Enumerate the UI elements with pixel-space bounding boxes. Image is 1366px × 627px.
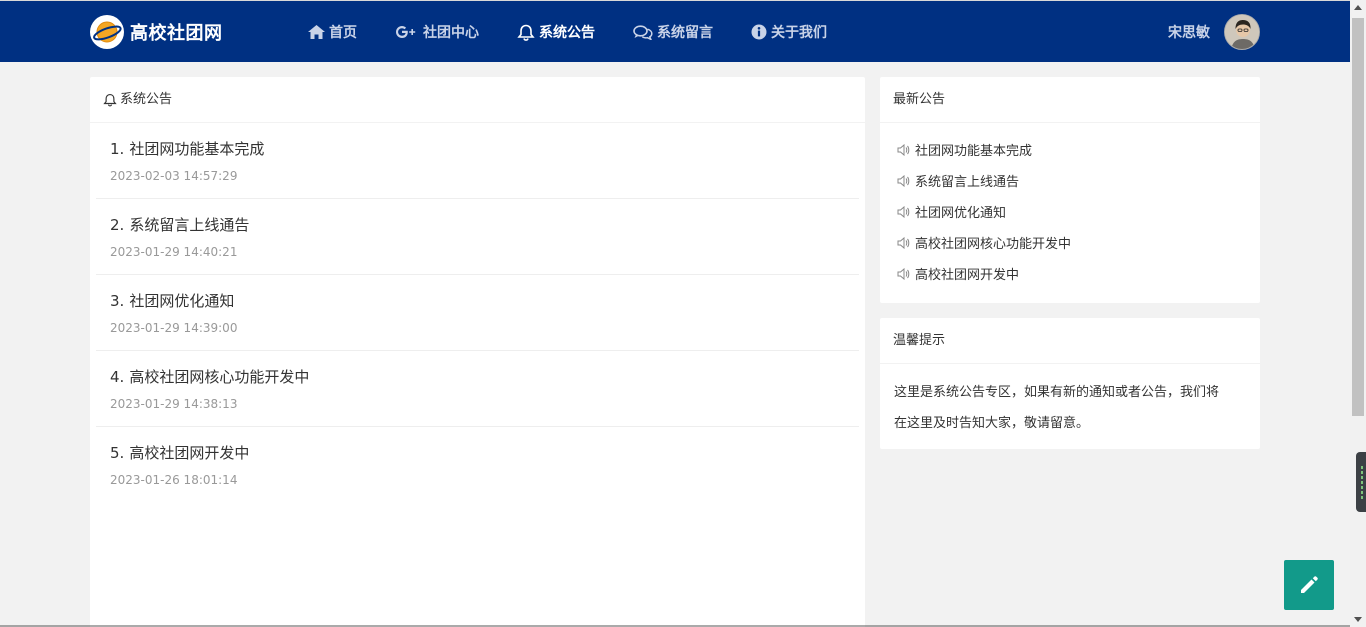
latest-list: 社团网功能基本完成 系统留言上线通告 社团网优化通知 高校社团网核心功能开发中 …	[880, 123, 1260, 289]
bell-icon	[517, 24, 535, 41]
announcements-panel: 系统公告 1. 社团网功能基本完成 2023-02-03 14:57:29 2.…	[90, 77, 865, 627]
speaker-icon	[897, 236, 910, 249]
avatar[interactable]	[1224, 14, 1260, 50]
tips-panel-title: 温馨提示	[893, 332, 946, 348]
scroll-up-arrow-icon[interactable]	[1354, 5, 1362, 10]
bell-icon	[103, 93, 117, 106]
page-scrollbar[interactable]	[1350, 0, 1366, 627]
speaker-icon	[897, 143, 910, 156]
info-icon	[751, 24, 767, 40]
notice-title: 社团网功能基本完成	[129, 140, 265, 158]
write-message-button[interactable]	[1284, 560, 1334, 610]
speaker-icon	[897, 267, 910, 280]
announcements-panel-title: 系统公告	[120, 91, 173, 107]
nav-about[interactable]: 关于我们	[751, 1, 827, 63]
notice-title-link[interactable]: 2. 系统留言上线通告	[110, 215, 859, 235]
nav-club-center[interactable]: 社团中心	[395, 1, 479, 63]
latest-announcements-panel: 最新公告 社团网功能基本完成 系统留言上线通告 社团网优化通知 高校社团网核心功…	[880, 77, 1260, 303]
site-name: 高校社团网	[130, 23, 223, 44]
nav-messages-label: 系统留言	[657, 25, 713, 41]
notice-title: 社团网优化通知	[129, 292, 235, 310]
tips-line: 这里是系统公告专区，如果有新的通知或者公告，我们将	[894, 385, 1220, 400]
latest-item[interactable]: 社团网优化通知	[897, 196, 1260, 227]
notice-title: 系统留言上线通告	[129, 216, 250, 234]
notice-time: 2023-01-29 14:38:13	[110, 397, 238, 411]
latest-item-label: 社团网优化通知	[915, 206, 1007, 221]
tips-line: 在这里及时告知大家，敬请留意。	[894, 416, 1090, 431]
chat-bubbles-icon	[633, 24, 653, 40]
speaker-icon	[897, 205, 910, 218]
latest-item-label: 系统留言上线通告	[915, 175, 1020, 190]
nav-messages[interactable]: 系统留言	[633, 1, 713, 63]
notice-title-link[interactable]: 3. 社团网优化通知	[110, 291, 859, 311]
latest-item[interactable]: 高校社团网开发中	[897, 258, 1260, 289]
nav-announcements-label: 系统公告	[539, 25, 595, 41]
notice-time: 2023-01-29 14:39:00	[110, 321, 238, 335]
notice-index: 1.	[110, 140, 125, 158]
notice-item: 4. 高校社团网核心功能开发中 2023-01-29 14:38:13	[96, 351, 859, 427]
nav-club-center-label: 社团中心	[423, 25, 479, 41]
latest-item-label: 高校社团网开发中	[915, 268, 1020, 283]
nav-home-label: 首页	[329, 25, 357, 41]
main-nav: 首页 社团中心 系统公告 系统留言 关于我们	[308, 1, 865, 63]
notice-list: 1. 社团网功能基本完成 2023-02-03 14:57:29 2. 系统留言…	[90, 123, 865, 503]
notice-title-link[interactable]: 1. 社团网功能基本完成	[110, 139, 859, 159]
latest-item-label: 社团网功能基本完成	[915, 144, 1033, 159]
user-name: 宋思敏	[1168, 25, 1210, 41]
nav-home[interactable]: 首页	[308, 1, 357, 63]
notice-time: 2023-01-29 14:40:21	[110, 245, 238, 259]
tips-panel: 温馨提示 这里是系统公告专区，如果有新的通知或者公告，我们将 在这里及时告知大家…	[880, 318, 1260, 449]
pencil-icon	[1301, 576, 1318, 593]
notice-title-link[interactable]: 5. 高校社团网开发中	[110, 443, 859, 463]
notice-time: 2023-01-26 18:01:14	[110, 473, 238, 487]
google-plus-icon	[396, 26, 416, 38]
notice-title: 高校社团网开发中	[129, 444, 250, 462]
nav-about-label: 关于我们	[771, 25, 827, 41]
top-header: 高校社团网 首页 社团中心 系统公告 系统留言 关于我们 宋思敏	[0, 0, 1350, 62]
latest-item-label: 高校社团网核心功能开发中	[915, 237, 1072, 252]
notice-item: 5. 高校社团网开发中 2023-01-26 18:01:14	[96, 427, 859, 503]
notice-title-link[interactable]: 4. 高校社团网核心功能开发中	[110, 367, 859, 387]
tips-body: 这里是系统公告专区，如果有新的通知或者公告，我们将 在这里及时告知大家，敬请留意…	[880, 364, 1260, 439]
notice-time: 2023-02-03 14:57:29	[110, 169, 238, 183]
latest-item[interactable]: 社团网功能基本完成	[897, 134, 1260, 165]
nav-announcements[interactable]: 系统公告	[517, 1, 595, 63]
site-logo[interactable]: 高校社团网	[90, 14, 223, 50]
tips-panel-header: 温馨提示	[880, 318, 1260, 364]
notice-index: 4.	[110, 368, 125, 386]
notice-item: 1. 社团网功能基本完成 2023-02-03 14:57:29	[96, 123, 859, 199]
latest-item[interactable]: 系统留言上线通告	[897, 165, 1260, 196]
notice-index: 3.	[110, 292, 125, 310]
user-menu[interactable]: 宋思敏	[1168, 14, 1260, 50]
speaker-icon	[897, 174, 910, 187]
notice-item: 2. 系统留言上线通告 2023-01-29 14:40:21	[96, 199, 859, 275]
latest-panel-header: 最新公告	[880, 77, 1260, 123]
announcements-panel-header: 系统公告	[90, 77, 865, 123]
scroll-down-arrow-icon[interactable]	[1354, 617, 1362, 622]
notice-title: 高校社团网核心功能开发中	[129, 368, 310, 386]
scroll-thumb[interactable]	[1352, 18, 1364, 416]
planet-logo-icon	[90, 15, 124, 49]
notice-item: 3. 社团网优化通知 2023-01-29 14:39:00	[96, 275, 859, 351]
home-icon	[308, 25, 325, 39]
notice-index: 2.	[110, 216, 125, 234]
notice-index: 5.	[110, 444, 125, 462]
latest-item[interactable]: 高校社团网核心功能开发中	[897, 227, 1260, 258]
side-meter-widget[interactable]	[1356, 452, 1366, 512]
latest-panel-title: 最新公告	[893, 91, 946, 107]
